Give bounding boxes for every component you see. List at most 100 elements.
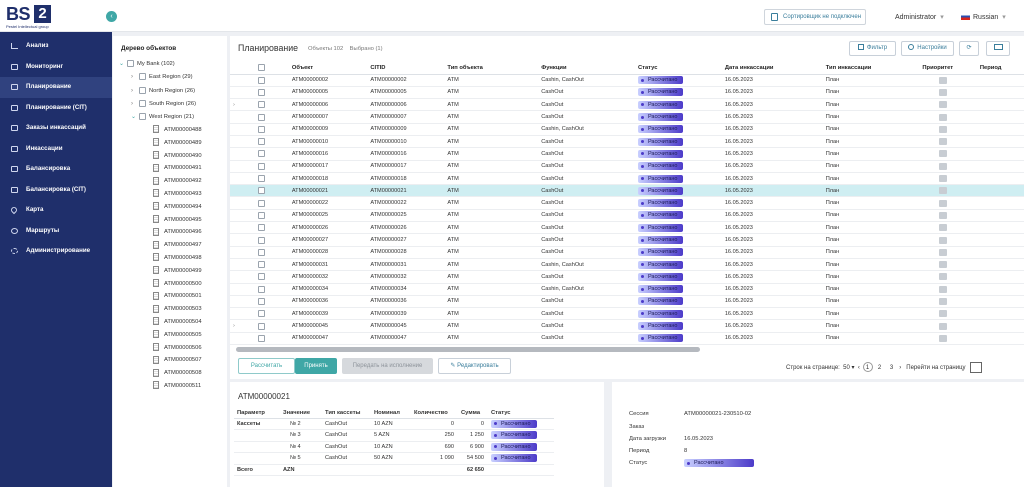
tree-atm-item[interactable]: ATM00000508 xyxy=(153,367,202,379)
tree-atm-item[interactable]: ATM00000505 xyxy=(153,329,202,341)
tree-atm-item[interactable]: ATM00000491 xyxy=(153,162,202,174)
table-row[interactable]: ATM00000007 ATM00000007 ATM CashOut Рассчита… xyxy=(230,110,1024,124)
priority-toggle[interactable] xyxy=(939,101,948,109)
row-checkbox[interactable] xyxy=(258,187,266,195)
row-checkbox[interactable] xyxy=(258,211,266,219)
table-row[interactable]: › ATM00000006 ATM00000006 ATM CashOut Рассчит… xyxy=(230,98,1024,112)
row-checkbox[interactable] xyxy=(258,76,266,84)
checkbox[interactable] xyxy=(127,59,134,67)
row-checkbox[interactable] xyxy=(258,248,266,256)
row-checkbox[interactable] xyxy=(258,261,266,269)
chevron-down-icon[interactable]: ⌄ xyxy=(119,58,127,70)
page-2[interactable]: 2 xyxy=(875,363,885,373)
select-all-checkbox[interactable] xyxy=(258,64,266,72)
tree-atm-item[interactable]: ATM00000492 xyxy=(153,175,202,187)
language-selector[interactable]: Russian ▾ xyxy=(961,13,1006,21)
send-to-execution-button[interactable]: Передать на исполнение xyxy=(342,358,433,374)
chevron-right-icon[interactable]: › xyxy=(131,71,139,83)
chevron-right-icon[interactable]: › xyxy=(131,98,139,110)
tree-atm-item[interactable]: ATM00000497 xyxy=(153,239,202,251)
column-header[interactable]: Статус xyxy=(634,62,722,75)
tree-region[interactable]: › East Region (29) xyxy=(131,71,193,83)
priority-toggle[interactable] xyxy=(939,76,948,84)
tree-atm-item[interactable]: ATM00000499 xyxy=(153,265,202,277)
page-1[interactable]: 1 xyxy=(862,362,873,373)
edit-button[interactable]: ✎ Редактировать xyxy=(438,358,511,374)
tree-atm-item[interactable]: ATM00000500 xyxy=(153,278,202,290)
chevron-right-icon[interactable]: › xyxy=(233,102,235,108)
priority-toggle[interactable] xyxy=(939,297,948,305)
filter-button[interactable]: Фильтр xyxy=(849,41,896,56)
row-checkbox[interactable] xyxy=(258,199,266,207)
column-header[interactable]: Тип инкассации xyxy=(822,62,920,75)
prev-page-icon[interactable]: ‹ xyxy=(858,365,860,371)
column-header[interactable]: Дата инкассации xyxy=(721,62,823,75)
table-row[interactable]: ATM00000010 ATM00000010 ATM CashOut Рассчита… xyxy=(230,135,1024,149)
priority-toggle[interactable] xyxy=(939,113,948,121)
checkbox[interactable] xyxy=(139,86,146,94)
row-checkbox[interactable] xyxy=(258,101,266,109)
priority-toggle[interactable] xyxy=(939,187,948,195)
column-header[interactable]: Приоритет xyxy=(919,62,977,75)
sidebar-item-0[interactable]: Анализ xyxy=(0,36,112,57)
priority-toggle[interactable] xyxy=(939,322,948,330)
table-row[interactable]: ATM00000018 ATM00000018 ATM CashOut Рассчита… xyxy=(230,172,1024,186)
table-row[interactable]: ATM00000021 ATM00000021 ATM CashOut Рассчита… xyxy=(230,184,1024,198)
priority-toggle[interactable] xyxy=(939,236,948,244)
table-row[interactable]: ATM00000022 ATM00000022 ATM CashOut Рассчита… xyxy=(230,196,1024,210)
table-row[interactable]: ATM00000025 ATM00000025 ATM CashOut Рассчита… xyxy=(230,209,1024,223)
priority-toggle[interactable] xyxy=(939,162,948,170)
row-checkbox[interactable] xyxy=(258,297,266,305)
table-row[interactable]: ATM00000034 ATM00000034 ATM Cashin, CashOut… xyxy=(230,283,1024,296)
row-checkbox[interactable] xyxy=(258,285,266,293)
horizontal-scrollbar[interactable] xyxy=(236,347,700,352)
user-menu[interactable]: Administrator ▾ xyxy=(895,13,944,21)
checkbox[interactable] xyxy=(139,73,146,81)
priority-toggle[interactable] xyxy=(939,285,948,293)
table-row[interactable]: › ATM00000045 ATM00000045 ATM CashOut Рассчит… xyxy=(230,319,1024,333)
priority-toggle[interactable] xyxy=(939,273,948,281)
priority-toggle[interactable] xyxy=(939,199,948,207)
table-row[interactable]: ATM00000032 ATM00000032 ATM CashOut Рассчита… xyxy=(230,270,1024,284)
row-checkbox[interactable] xyxy=(258,125,266,133)
table-row[interactable]: ATM00000047 ATM00000047 ATM CashOut Рассчита… xyxy=(230,332,1024,345)
collapse-sidebar-button[interactable]: ‹ xyxy=(106,11,117,22)
column-header[interactable]: Период xyxy=(976,62,1024,75)
next-page-icon[interactable]: › xyxy=(899,365,901,371)
tree-atm-item[interactable]: ATM00000501 xyxy=(153,290,202,302)
tree-atm-item[interactable]: ATM00000496 xyxy=(153,226,202,238)
row-checkbox[interactable] xyxy=(258,138,266,146)
priority-toggle[interactable] xyxy=(939,175,948,183)
row-checkbox[interactable] xyxy=(258,88,266,96)
priority-toggle[interactable] xyxy=(939,224,948,232)
tree-atm-item[interactable]: ATM00000490 xyxy=(153,150,202,162)
row-checkbox[interactable] xyxy=(258,310,266,318)
priority-toggle[interactable] xyxy=(939,334,948,342)
row-checkbox[interactable] xyxy=(258,150,266,158)
table-row[interactable]: ATM00000026 ATM00000026 ATM CashOut Рассчита… xyxy=(230,221,1024,235)
priority-toggle[interactable] xyxy=(939,248,948,256)
table-row[interactable]: ATM00000005 ATM00000005 ATM CashOut Рассчита… xyxy=(230,86,1024,100)
column-header[interactable]: CITID xyxy=(367,62,445,75)
tree-region[interactable]: › North Region (26) xyxy=(131,85,195,97)
calculate-button[interactable]: Рассчитать xyxy=(238,358,295,374)
priority-toggle[interactable] xyxy=(939,150,948,158)
sidebar-item-6[interactable]: Балансировка xyxy=(0,159,112,180)
tree-atm-item[interactable]: ATM00000498 xyxy=(153,252,202,264)
tree-atm-item[interactable]: ATM00000503 xyxy=(153,303,202,315)
table-row[interactable]: ATM00000002 ATM00000002 ATM Cashin, CashOut… xyxy=(230,74,1024,87)
print-button[interactable] xyxy=(986,41,1010,56)
table-row[interactable]: ATM00000031 ATM00000031 ATM Cashin, CashOut… xyxy=(230,258,1024,272)
table-row[interactable]: ATM00000036 ATM00000036 ATM CashOut Рассчита… xyxy=(230,295,1024,309)
sidebar-item-9[interactable]: Маршруты xyxy=(0,221,112,242)
sidebar-item-1[interactable]: Мониторинг xyxy=(0,57,112,78)
row-checkbox[interactable] xyxy=(258,322,266,330)
checkbox[interactable] xyxy=(139,113,146,121)
column-header[interactable]: Объект xyxy=(288,62,368,75)
sorter-status-button[interactable]: Сортировщик не подключен xyxy=(764,9,866,25)
row-checkbox[interactable] xyxy=(258,224,266,232)
goto-page-input[interactable] xyxy=(969,362,982,373)
row-checkbox[interactable] xyxy=(258,236,266,244)
priority-toggle[interactable] xyxy=(939,211,948,219)
tree-atm-item[interactable]: ATM00000495 xyxy=(153,214,202,226)
